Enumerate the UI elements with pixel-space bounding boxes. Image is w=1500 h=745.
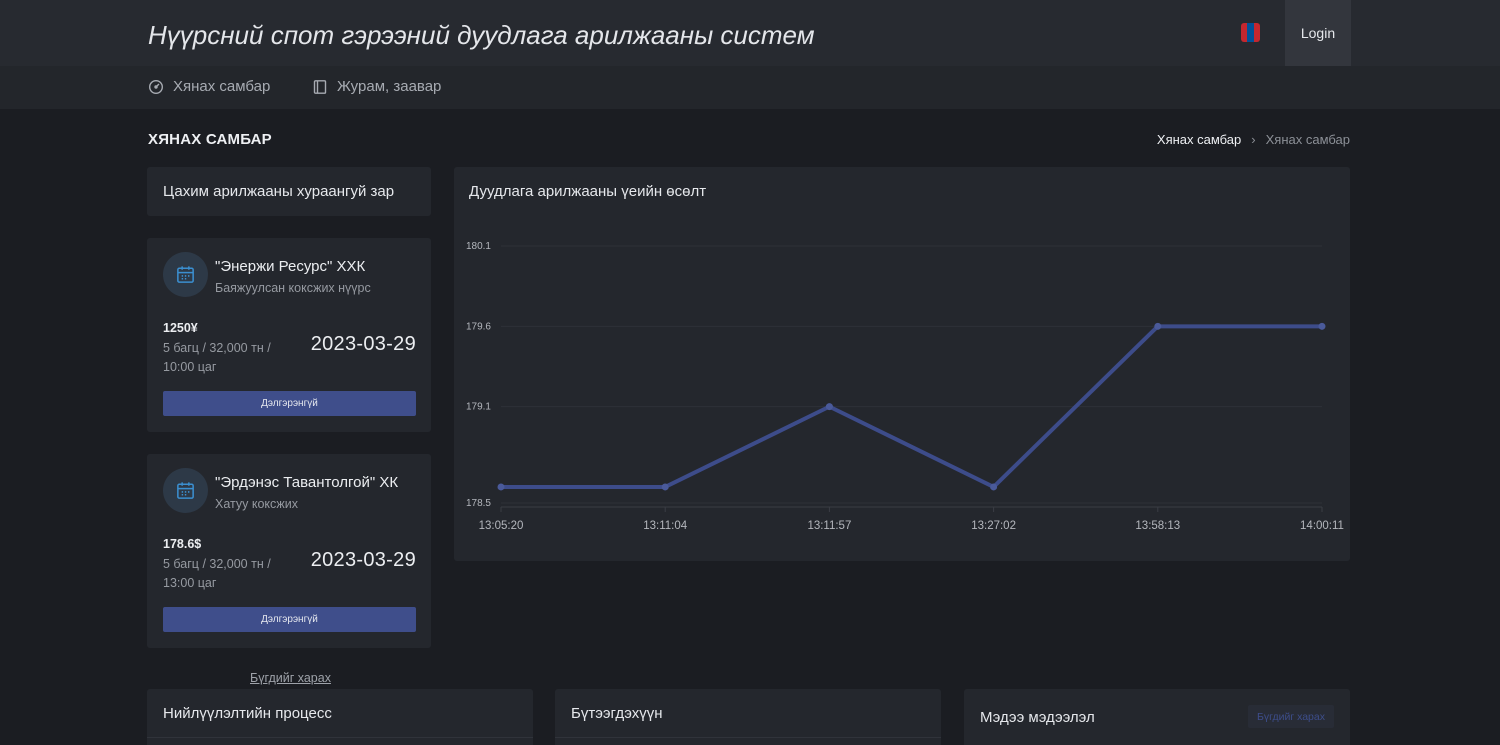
login-button[interactable]: Login — [1285, 0, 1351, 66]
auction-price: 1250¥ — [163, 321, 198, 335]
details-button[interactable]: Дэлгэрэнгүй — [163, 607, 416, 632]
products-title: Бүтээгдэхүүн — [571, 705, 663, 722]
auction-date: 2023-03-29 — [310, 549, 416, 571]
details-button[interactable]: Дэлгэрэнгүй — [163, 391, 416, 416]
dashboard-gauge-icon — [148, 79, 164, 94]
growth-chart-card: 178.5 179.1 179.6 180.1 13:05:20 13:11:04 13:1… — [454, 167, 1350, 561]
nav-label-dashboard: Хянах самбар — [173, 78, 271, 95]
x-tick-label: 13:11:04 — [643, 520, 688, 532]
news-title: Мэдээ мэдээлэл — [980, 709, 1095, 726]
book-icon — [313, 79, 327, 94]
card-divider — [147, 737, 533, 738]
breadcrumb: Хянах самбар › Хянах самбар — [1157, 132, 1350, 147]
auction-card: "Энержи Ресурс" ХХК Баяжуулсан коксжих н… — [147, 238, 431, 432]
app-title: Нүүрсний спот гэрээний дуудлага арилжаан… — [148, 20, 815, 50]
supply-process-card: Нийлүүлэлтийн процесс — [147, 689, 533, 745]
chart-title: Дуудлага арилжааны үеийн өсөлт — [469, 183, 707, 200]
x-tick-label: 13:27:02 — [971, 520, 1016, 532]
data-point — [1318, 322, 1326, 330]
data-point — [497, 483, 505, 491]
announcements-header: Цахим арилжааны хураангуй зар — [147, 167, 431, 216]
y-tick-label: 178.5 — [466, 498, 491, 509]
x-tick-label: 13:05:20 — [479, 520, 524, 532]
calendar-icon — [163, 468, 208, 513]
card-divider — [555, 737, 941, 738]
data-point — [825, 403, 833, 411]
calendar-icon — [163, 252, 208, 297]
y-tick-label: 179.1 — [466, 402, 491, 413]
breadcrumb-link[interactable]: Хянах самбар — [1157, 132, 1241, 147]
growth-line-chart: 178.5 179.1 179.6 180.1 13:05:20 13:11:04 13:1… — [466, 241, 1344, 532]
breadcrumb-current: Хянах самбар — [1265, 132, 1350, 147]
auction-product: Баяжуулсан коксжих нүүрс — [215, 281, 371, 295]
auction-date: 2023-03-29 — [310, 333, 416, 355]
x-tick-label: 14:00:11 — [1300, 520, 1344, 532]
data-point — [990, 483, 998, 491]
announcements-title: Цахим арилжааны хураангуй зар — [163, 183, 395, 200]
data-point — [1154, 322, 1162, 330]
auction-details: 5 багц / 32,000 тн / 10:00 цаг — [163, 341, 271, 374]
y-tick-label: 179.6 — [466, 321, 491, 332]
mongolian-flag-icon[interactable] — [1241, 23, 1260, 42]
top-header: Нүүрсний спот гэрээний дуудлага арилжаан… — [0, 0, 1500, 66]
x-tick-label: 13:11:57 — [807, 520, 851, 532]
nav-item-dashboard[interactable]: Хянах самбар — [148, 78, 270, 95]
supply-process-title: Нийлүүлэлтийн процесс — [163, 705, 332, 722]
main-nav: Хянах самбар Журам, заавар — [0, 66, 1500, 109]
data-point — [661, 483, 669, 491]
auction-details: 5 багц / 32,000 тн / 13:00 цаг — [163, 557, 271, 590]
news-see-all-button[interactable]: Бүгдийг харах — [1248, 705, 1334, 728]
x-tick-label: 13:58:13 — [1135, 520, 1180, 532]
products-card: Бүтээгдэхүүн — [555, 689, 941, 745]
nav-label-rules: Журам, заавар — [337, 78, 442, 95]
auction-card: "Эрдэнэс Тавантолгой" ХК Хатуу коксжих 1… — [147, 454, 431, 648]
see-all-link[interactable]: Бүгдийг харах — [250, 671, 331, 685]
auction-company: "Эрдэнэс Тавантолгой" ХК — [215, 474, 399, 491]
y-tick-label: 180.1 — [466, 241, 491, 252]
auction-price: 178.6$ — [163, 537, 202, 551]
auction-company: "Энержи Ресурс" ХХК — [215, 258, 366, 275]
page-title: ХЯНАХ САМБАР — [148, 131, 272, 148]
auction-product: Хатуу коксжих — [215, 497, 299, 511]
news-card: Мэдээ мэдээлэл Бүгдийг харах — [964, 689, 1350, 745]
breadcrumb-separator-icon: › — [1251, 132, 1256, 147]
nav-item-rules[interactable]: Журам, заавар — [312, 78, 441, 95]
